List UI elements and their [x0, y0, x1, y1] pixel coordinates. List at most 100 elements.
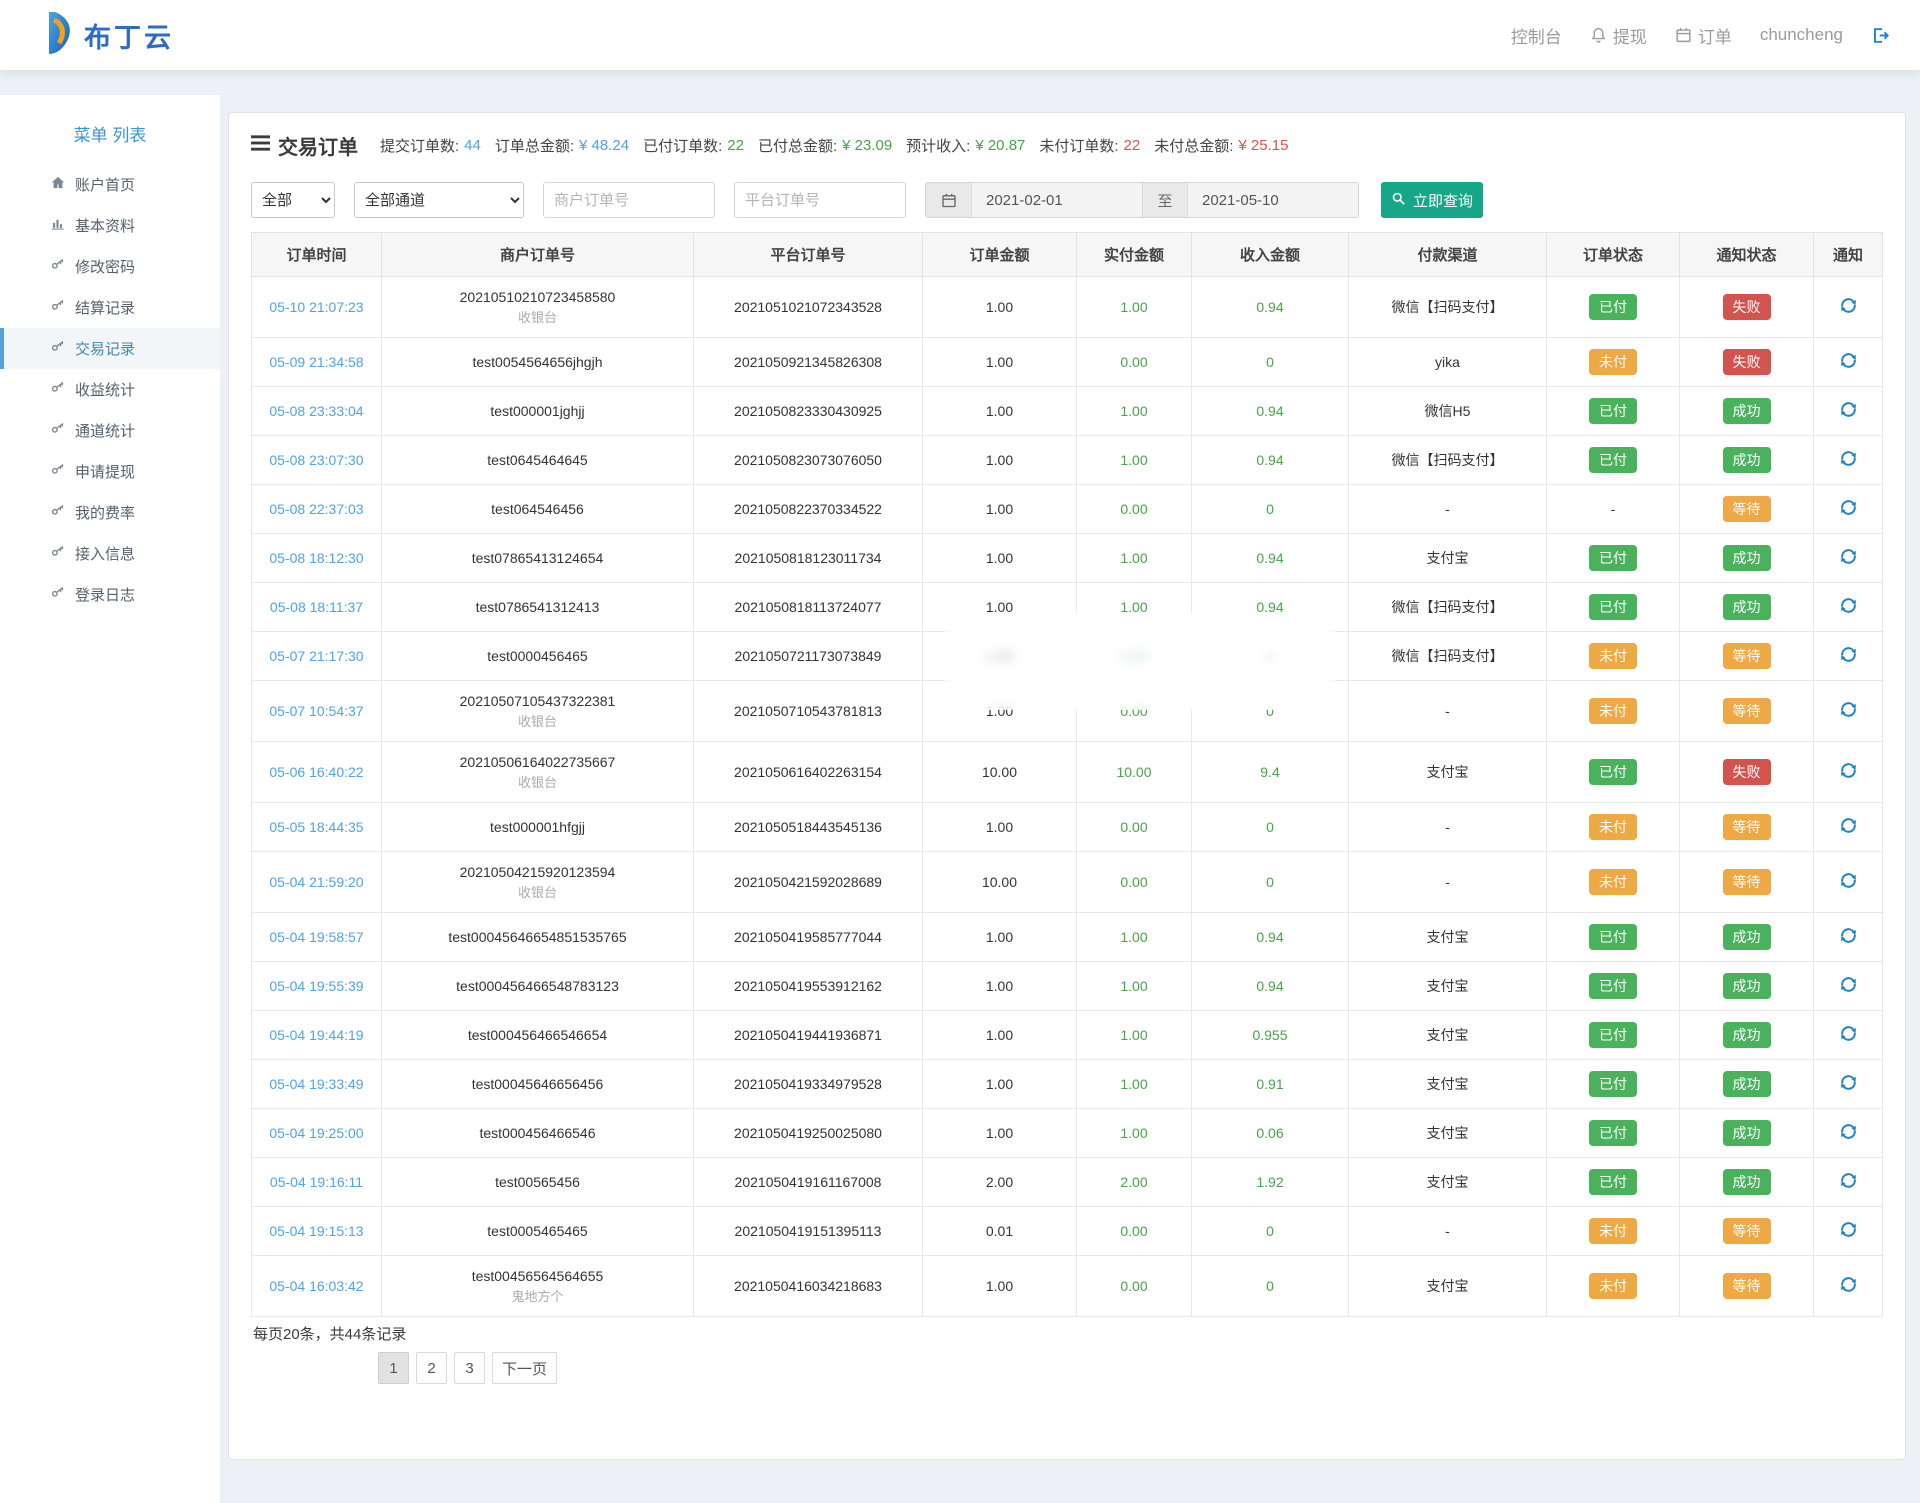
order-time-cell[interactable]: 05-04 19:16:11 — [251, 1157, 382, 1207]
sidebar-item-登录日志[interactable]: 登录日志 — [0, 574, 220, 615]
order-time-cell[interactable]: 05-04 21:59:20 — [251, 851, 382, 913]
nav-withdraw[interactable]: 提现 — [1590, 23, 1647, 48]
order-time-cell[interactable]: 05-04 19:58:57 — [251, 912, 382, 962]
notify-status-badge: 成功 — [1722, 545, 1771, 571]
channel-select[interactable]: 全部通道 — [354, 182, 524, 218]
refresh-notify-button[interactable] — [1837, 447, 1860, 473]
platform-order-input[interactable] — [734, 182, 906, 218]
merchant-order-cell: test00565456 — [381, 1157, 694, 1207]
stat-item: 提交订单数: 44 — [380, 135, 481, 156]
date-to-input[interactable] — [1188, 183, 1358, 217]
notify-status-badge: 等待 — [1722, 869, 1771, 895]
sidebar-item-我的费率[interactable]: 我的费率 — [0, 492, 220, 533]
order-time-cell[interactable]: 05-08 22:37:03 — [251, 484, 382, 534]
refresh-notify-button[interactable] — [1837, 1071, 1860, 1097]
nav-orders[interactable]: 订单 — [1675, 23, 1732, 48]
sidebar-item-接入信息[interactable]: 接入信息 — [0, 533, 220, 574]
refresh-notify-button[interactable] — [1837, 1273, 1860, 1299]
order-time-cell[interactable]: 05-04 16:03:42 — [251, 1255, 382, 1317]
payment-channel-cell: - — [1348, 802, 1547, 852]
order-time-cell[interactable]: 05-10 21:07:23 — [251, 276, 382, 338]
next-page-button[interactable]: 下一页 — [492, 1352, 558, 1384]
paid-amount-cell: 0.00 — [1076, 1255, 1192, 1317]
order-time-cell[interactable]: 05-04 19:55:39 — [251, 961, 382, 1011]
order-type-select[interactable]: 全部 — [251, 182, 335, 218]
order-time-cell[interactable]: 05-06 16:40:22 — [251, 741, 382, 803]
order-time-cell[interactable]: 05-08 18:11:37 — [251, 582, 382, 632]
logout-button[interactable] — [1871, 26, 1890, 45]
refresh-notify-button[interactable] — [1837, 1120, 1860, 1146]
sidebar-item-label: 结算记录 — [75, 300, 136, 317]
paid-amount-cell: 1.00 — [1076, 533, 1192, 583]
order-time-cell[interactable]: 05-08 23:07:30 — [251, 435, 382, 485]
notify-status-cell: 等待 — [1679, 851, 1814, 913]
sidebar-item-通道统计[interactable]: 通道统计 — [0, 410, 220, 451]
refresh-notify-button[interactable] — [1837, 698, 1860, 724]
notify-status-badge: 等待 — [1722, 496, 1771, 522]
order-time-cell[interactable]: 05-07 10:54:37 — [251, 680, 382, 742]
refresh-notify-button[interactable] — [1837, 643, 1860, 669]
page-button-2[interactable]: 2 — [416, 1352, 447, 1384]
refresh-notify-button[interactable] — [1837, 398, 1860, 424]
order-time-cell[interactable]: 05-04 19:33:49 — [251, 1059, 382, 1109]
refresh-notify-button[interactable] — [1837, 1022, 1860, 1048]
order-time-cell[interactable]: 05-08 18:12:30 — [251, 533, 382, 583]
order-time-cell[interactable]: 05-04 19:44:19 — [251, 1010, 382, 1060]
table-row: 05-08 23:07:30 test0645464645 2021050823… — [251, 435, 1883, 485]
table-row: 05-07 21:17:30 test0000456465 2021050721… — [251, 631, 1883, 681]
income-amount-cell: 0.955 — [1191, 1010, 1349, 1060]
paid-amount-cell: 1.00 — [1076, 386, 1192, 436]
order-time-cell[interactable]: 05-08 23:33:04 — [251, 386, 382, 436]
notify-status-badge: 等待 — [1722, 1273, 1771, 1299]
refresh-notify-button[interactable] — [1837, 1169, 1860, 1195]
refresh-notify-button[interactable] — [1837, 545, 1860, 571]
refresh-notify-button[interactable] — [1837, 973, 1860, 999]
page-button-1[interactable]: 1 — [378, 1352, 409, 1384]
notify-status-badge: 等待 — [1722, 814, 1771, 840]
refresh-notify-button[interactable] — [1837, 496, 1860, 522]
order-time-cell[interactable]: 05-05 18:44:35 — [251, 802, 382, 852]
notify-action-cell — [1813, 533, 1883, 583]
date-separator: 至 — [1142, 183, 1188, 217]
top-header: 布丁云 控制台 提现 订单 chuncheng — [0, 0, 1920, 70]
notify-status-cell: 成功 — [1679, 435, 1814, 485]
orders-table: 订单时间 商户订单号 平台订单号 订单金额 实付金额 收入金额 付款渠道 订单状态 通知状态 通知… — [251, 232, 1883, 1317]
sidebar-item-账户首页[interactable]: 账户首页 — [0, 164, 220, 205]
order-time-cell[interactable]: 05-09 21:34:58 — [251, 337, 382, 387]
sidebar-item-结算记录[interactable]: 结算记录 — [0, 287, 220, 328]
merchant-order-cell: test0645464645 — [381, 435, 694, 485]
order-time-cell[interactable]: 05-04 19:15:13 — [251, 1206, 382, 1256]
refresh-notify-button[interactable] — [1837, 924, 1860, 950]
page-button-3[interactable]: 3 — [454, 1352, 485, 1384]
refresh-notify-button[interactable] — [1837, 869, 1860, 895]
nav-username[interactable]: chuncheng — [1760, 25, 1843, 45]
stat-label: 未付总金额: — [1154, 138, 1234, 155]
date-from-input[interactable] — [972, 183, 1142, 217]
sidebar-item-修改密码[interactable]: 修改密码 — [0, 246, 220, 287]
column-header: 收入金额 — [1191, 232, 1349, 277]
key-icon — [50, 421, 66, 440]
sidebar-item-交易记录[interactable]: 交易记录 — [0, 328, 220, 369]
nav-console[interactable]: 控制台 — [1511, 23, 1562, 48]
platform-order-cell: 2021050616402263154 — [693, 741, 923, 803]
refresh-notify-button[interactable] — [1837, 1218, 1860, 1244]
pagination-summary: 每页20条，共44条记录 — [253, 1326, 407, 1343]
refresh-notify-button[interactable] — [1837, 294, 1860, 320]
order-status-badge: 未付 — [1589, 698, 1637, 724]
notify-status-cell: 成功 — [1679, 386, 1814, 436]
order-time-cell[interactable]: 05-04 19:25:00 — [251, 1108, 382, 1158]
search-button[interactable]: 立即查询 — [1381, 182, 1483, 218]
income-amount-cell: 0 — [1191, 484, 1349, 534]
order-time-cell[interactable]: 05-07 21:17:30 — [251, 631, 382, 681]
order-amount-cell: 1.00 — [922, 386, 1077, 436]
refresh-notify-button[interactable] — [1837, 594, 1860, 620]
notify-status-cell: 成功 — [1679, 1010, 1814, 1060]
sidebar-item-申请提现[interactable]: 申请提现 — [0, 451, 220, 492]
sidebar-item-基本资料[interactable]: 基本资料 — [0, 205, 220, 246]
refresh-notify-button[interactable] — [1837, 759, 1860, 785]
merchant-order-input[interactable] — [543, 182, 715, 218]
income-amount-cell: 0 — [1191, 1206, 1349, 1256]
refresh-notify-button[interactable] — [1837, 814, 1860, 840]
refresh-notify-button[interactable] — [1837, 349, 1860, 375]
sidebar-item-收益统计[interactable]: 收益统计 — [0, 369, 220, 410]
